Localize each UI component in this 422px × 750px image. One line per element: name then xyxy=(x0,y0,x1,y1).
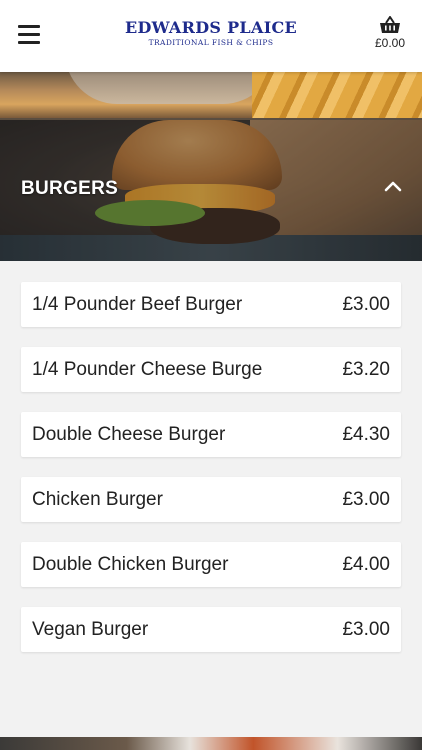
cart-total: £0.00 xyxy=(374,36,406,50)
menu-item-name: Double Cheese Burger xyxy=(32,424,226,445)
menu-item-price: £4.30 xyxy=(342,424,390,445)
next-category-image[interactable] xyxy=(0,737,422,750)
menu-item-price: £3.00 xyxy=(342,489,390,510)
menu-item[interactable]: Vegan Burger £3.00 xyxy=(21,607,401,652)
menu-item[interactable]: 1/4 Pounder Cheese Burge £3.20 xyxy=(21,347,401,392)
menu-item-name: Vegan Burger xyxy=(32,619,149,640)
category-title: BURGERS xyxy=(21,178,119,199)
menu-item-name: 1/4 Pounder Cheese Burge xyxy=(32,359,263,380)
app-header: EDWARDS PLAICE TRADITIONAL FISH & CHIPS … xyxy=(0,0,422,72)
menu-item[interactable]: Chicken Burger £3.00 xyxy=(21,477,401,522)
chevron-up-icon[interactable] xyxy=(384,180,402,192)
menu-item-price: £4.00 xyxy=(342,554,390,575)
menu-item-name: Double Chicken Burger xyxy=(32,554,229,575)
menu-item[interactable]: Double Cheese Burger £4.30 xyxy=(21,412,401,457)
menu-item-price: £3.20 xyxy=(342,359,390,380)
logo-subtitle: TRADITIONAL FISH & CHIPS xyxy=(148,38,274,47)
menu-item-name: 1/4 Pounder Beef Burger xyxy=(32,294,243,315)
brand-logo[interactable]: EDWARDS PLAICE TRADITIONAL FISH & CHIPS xyxy=(0,18,422,47)
logo-title: EDWARDS PLAICE xyxy=(124,18,298,37)
previous-category-image[interactable] xyxy=(0,72,422,118)
menu-item[interactable]: Double Chicken Burger £4.00 xyxy=(21,542,401,587)
menu-item-price: £3.00 xyxy=(342,619,390,640)
menu-item-price: £3.00 xyxy=(342,294,390,315)
category-header-burgers[interactable]: BURGERS xyxy=(0,120,422,261)
shopping-basket-icon xyxy=(380,16,400,33)
menu-item-name: Chicken Burger xyxy=(32,489,163,510)
menu-item-list: 1/4 Pounder Beef Burger £3.00 1/4 Pounde… xyxy=(0,261,422,737)
menu-item[interactable]: 1/4 Pounder Beef Burger £3.00 xyxy=(21,282,401,327)
cart-button[interactable]: £0.00 xyxy=(372,16,408,50)
